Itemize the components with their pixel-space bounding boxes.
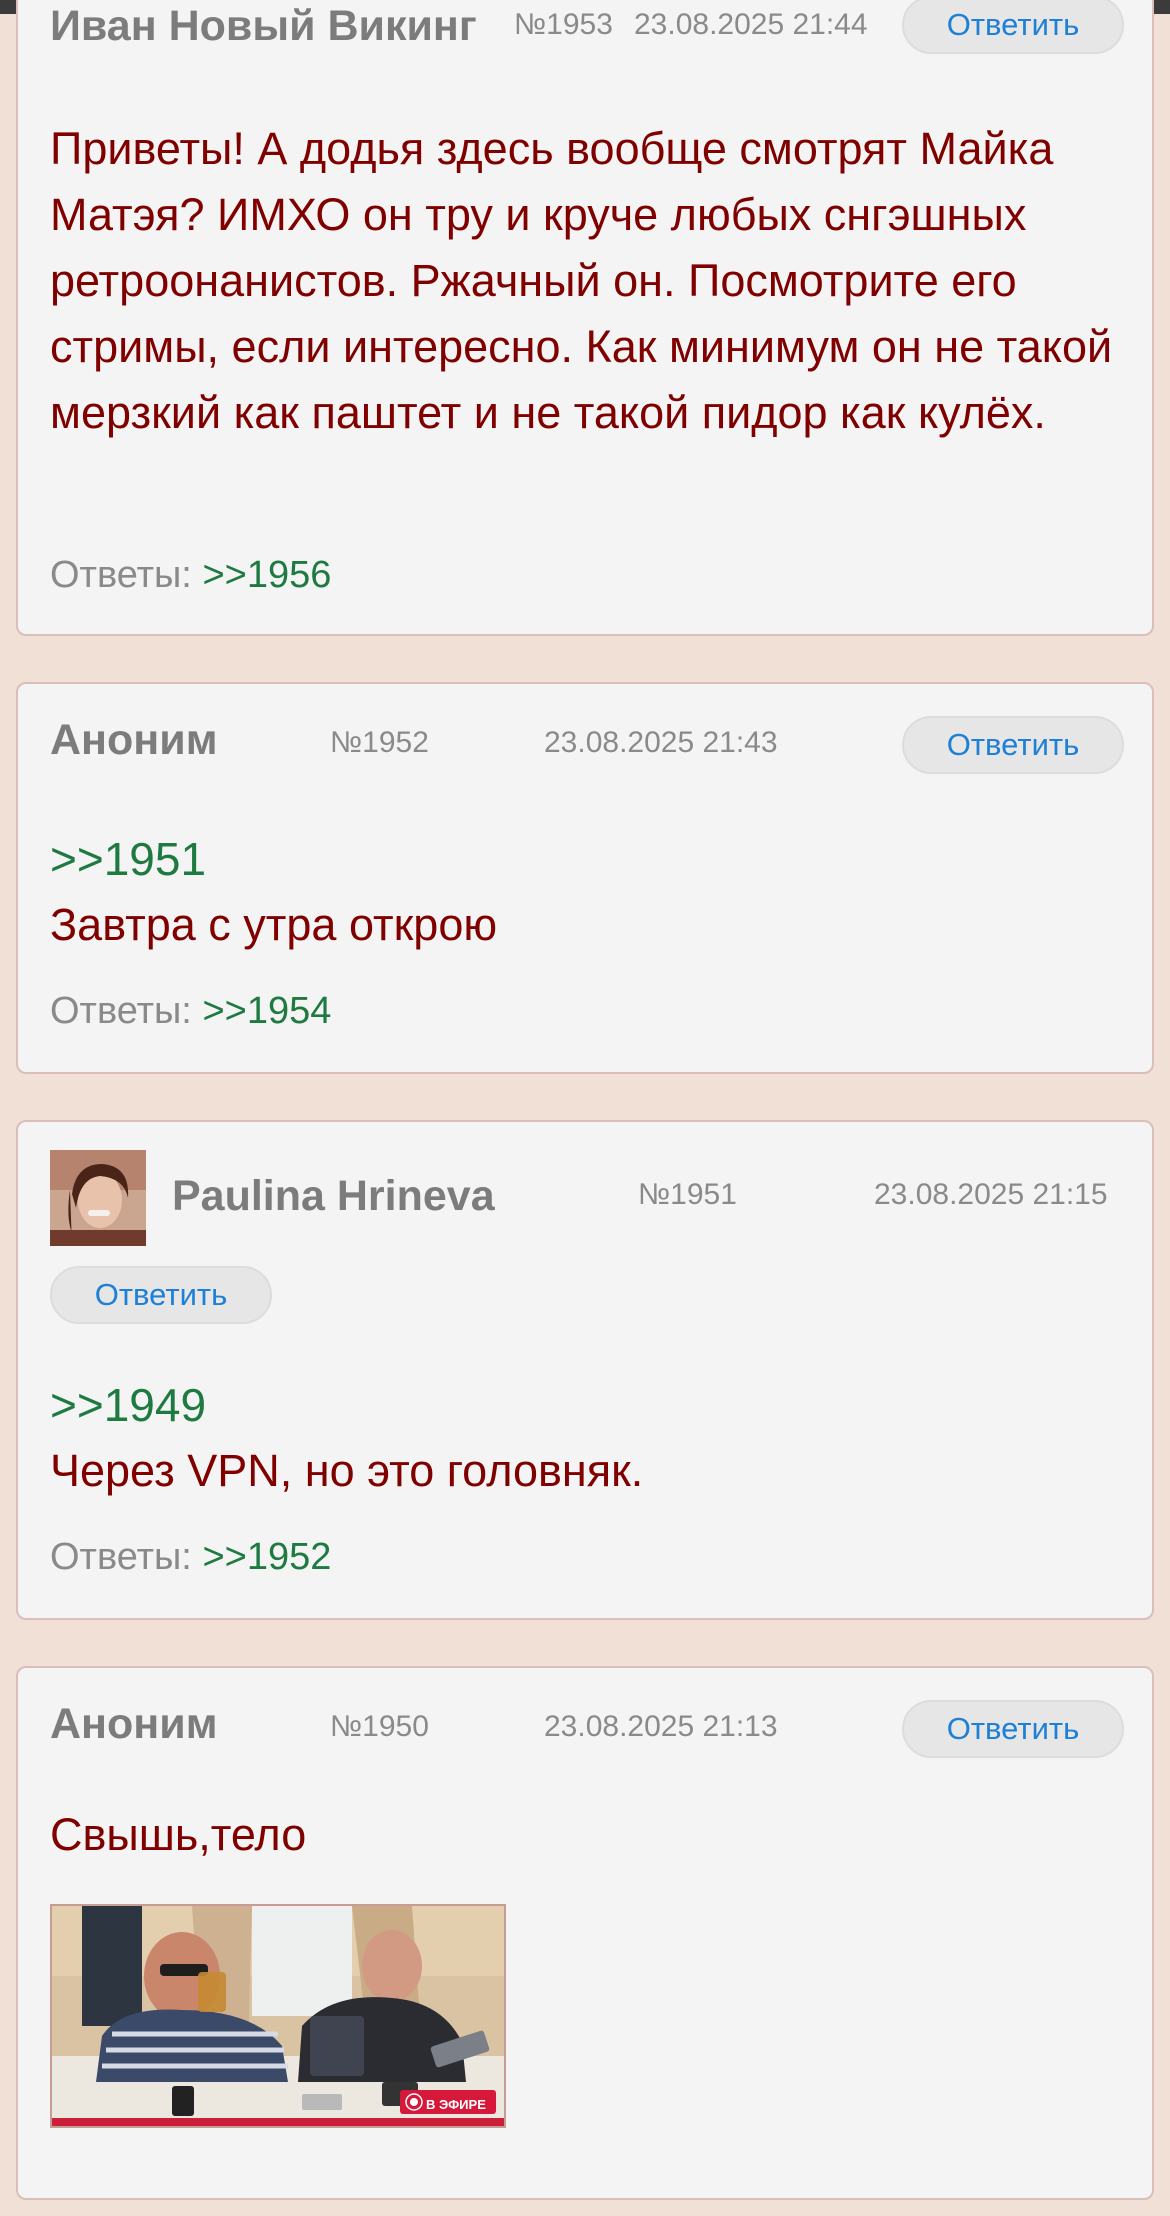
video-thumbnail-image xyxy=(52,1906,504,2126)
post-answers: Ответы: >>1956 xyxy=(50,554,331,597)
reply-button[interactable]: Ответить xyxy=(902,1700,1124,1758)
avatar-image xyxy=(50,1150,146,1246)
post-date: 23.08.2025 21:44 xyxy=(634,8,868,41)
answers-label: Ответы: xyxy=(50,1536,192,1578)
reply-button[interactable]: Ответить xyxy=(50,1266,272,1324)
post-answers: Ответы: >>1954 xyxy=(50,990,331,1033)
post-number[interactable]: №1953 xyxy=(514,8,613,42)
avatar[interactable] xyxy=(50,1150,146,1246)
post-image-thumbnail[interactable]: В ЭФИРЕ xyxy=(50,1904,506,2128)
post-1950: Аноним №1950 23.08.2025 21:13 Ответить С… xyxy=(16,1666,1154,2200)
post-text: Свышь,тело xyxy=(50,1809,307,1860)
reply-button[interactable]: Ответить xyxy=(902,716,1124,774)
post-text: Приветы! А додья здесь вообще смотрят Ма… xyxy=(50,123,1113,438)
post-text: Через VPN, но это головняк. xyxy=(50,1445,644,1496)
answer-link[interactable]: >>1956 xyxy=(202,554,331,596)
post-answers: Ответы: >>1952 xyxy=(50,1536,331,1579)
answer-link[interactable]: >>1954 xyxy=(202,990,331,1032)
post-text: Завтра с утра открою xyxy=(50,899,498,950)
reply-button[interactable]: Ответить xyxy=(902,0,1124,54)
answer-link[interactable]: >>1952 xyxy=(202,1536,331,1578)
post-author[interactable]: Аноним xyxy=(50,1700,218,1749)
post-author[interactable]: Иван Новый Викинг xyxy=(50,2,477,51)
post-author[interactable]: Paulina Hrineva xyxy=(172,1172,495,1221)
post-date: 23.08.2025 21:15 xyxy=(874,1178,1108,1211)
live-badge-label: В ЭФИРЕ xyxy=(426,2097,486,2112)
post-body: >>1951 Завтра с утра открою xyxy=(50,826,1124,958)
post-author[interactable]: Аноним xyxy=(50,716,218,765)
post-number[interactable]: №1952 xyxy=(330,726,429,760)
post-1952: Аноним №1952 23.08.2025 21:43 Ответить >… xyxy=(16,682,1154,1074)
post-1951: Paulina Hrineva №1951 23.08.2025 21:15 О… xyxy=(16,1120,1154,1620)
post-date: 23.08.2025 21:43 xyxy=(544,726,778,759)
answers-label: Ответы: xyxy=(50,554,192,596)
post-1953: Иван Новый Викинг №1953 23.08.2025 21:44… xyxy=(16,0,1154,636)
post-number[interactable]: №1951 xyxy=(638,1178,737,1212)
answers-label: Ответы: xyxy=(50,990,192,1032)
quote-link[interactable]: >>1949 xyxy=(50,1372,1124,1438)
post-date: 23.08.2025 21:13 xyxy=(544,1710,778,1743)
quote-link[interactable]: >>1951 xyxy=(50,826,1124,892)
post-number[interactable]: №1950 xyxy=(330,1710,429,1744)
post-body: >>1949 Через VPN, но это головняк. xyxy=(50,1372,1124,1504)
